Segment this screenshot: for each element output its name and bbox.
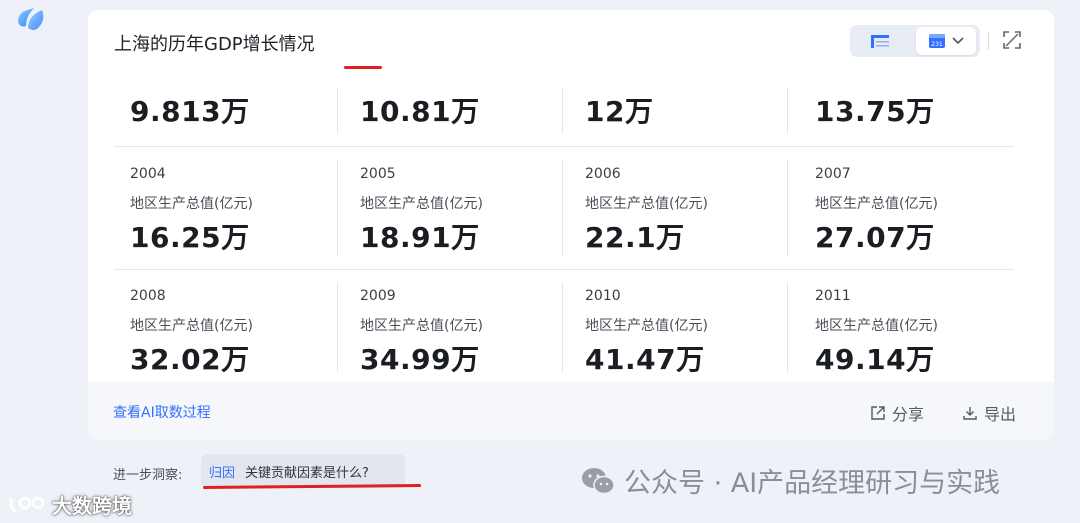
cell-year: 2006 (585, 166, 621, 182)
cell-value: 41.47万 (585, 343, 705, 372)
chart-view-dropdown[interactable]: 231 (916, 27, 976, 55)
grid-cell: 2008 地区生产总值(亿元) 32.02万 (114, 280, 339, 372)
grid-cell: 2010 地区生产总值(亿元) 41.47万 (569, 280, 794, 372)
grid-cell: 12万 (569, 86, 794, 158)
column-divider (562, 160, 563, 256)
cell-value: 9.813万 (130, 95, 250, 128)
share-label: 分享 (892, 405, 925, 424)
brand-logo-icon (9, 496, 45, 513)
cell-value: 22.1万 (585, 221, 685, 254)
cell-value: 16.25万 (130, 221, 250, 254)
header-divider (988, 32, 989, 50)
column-divider (787, 160, 788, 256)
cell-label: 地区生产总值(亿元) (815, 196, 938, 212)
column-divider (337, 88, 338, 134)
cell-value: 49.14万 (815, 343, 935, 372)
cell-value: 10.81万 (360, 95, 480, 128)
view-switch: 231 (850, 25, 980, 57)
cell-value: 34.99万 (360, 343, 480, 372)
cell-value: 18.91万 (360, 221, 480, 254)
grid-row: 2004 地区生产总值(亿元) 16.25万 2005 地区生产总值(亿元) 1… (114, 158, 1028, 268)
grid-cell: 9.813万 (114, 86, 339, 158)
table-view-button[interactable] (854, 28, 906, 54)
grid-cell: 10.81万 (344, 86, 569, 158)
cell-value: 13.75万 (815, 95, 935, 128)
view-ai-process-link[interactable]: 查看AI取数过程 (113, 402, 211, 422)
cell-year: 2004 (130, 166, 166, 182)
card-title: 上海的历年GDP增长情况 (114, 34, 315, 55)
insight-label: 进一步洞察: (113, 468, 183, 483)
cell-year: 2011 (815, 288, 851, 304)
download-icon (963, 407, 977, 420)
column-divider (337, 282, 338, 372)
data-grid: 9.813万 10.81万 12万 13.75万 2004 地区生产总值(亿元)… (114, 86, 1028, 372)
cell-year: 2005 (360, 166, 396, 182)
wechat-icon (582, 467, 615, 494)
cell-label: 地区生产总值(亿元) (130, 318, 253, 334)
cell-label: 地区生产总值(亿元) (360, 318, 483, 334)
cell-label: 地区生产总值(亿元) (130, 196, 253, 212)
cell-year: 2008 (130, 288, 166, 304)
cell-year: 2009 (360, 288, 396, 304)
grid-cell: 2005 地区生产总值(亿元) 18.91万 (344, 158, 569, 268)
cell-year: 2007 (815, 166, 851, 182)
cell-year: 2010 (585, 288, 621, 304)
export-button[interactable]: 导出 (962, 401, 1016, 425)
grid-row-top: 9.813万 10.81万 12万 13.75万 (114, 86, 1028, 158)
export-label: 导出 (984, 405, 1017, 424)
grid-cell: 2004 地区生产总值(亿元) 16.25万 (114, 158, 339, 268)
row-separator (114, 269, 1014, 270)
cell-label: 地区生产总值(亿元) (585, 318, 708, 334)
wechat-watermark: 公众号 · AI产品经理研习与实践 (580, 461, 1000, 500)
cell-label: 地区生产总值(亿元) (815, 318, 938, 334)
grid-cell: 13.75万 (799, 86, 1024, 158)
insight-tag: 归因 (209, 465, 236, 481)
column-divider (337, 160, 338, 256)
grid-cell: 2009 地区生产总值(亿元) 34.99万 (344, 280, 569, 372)
expand-icon[interactable] (1002, 30, 1022, 50)
cell-label: 地区生产总值(亿元) (585, 196, 708, 212)
cell-value: 27.07万 (815, 221, 935, 254)
column-divider (562, 282, 563, 372)
column-divider (787, 282, 788, 372)
grid-row: 2008 地区生产总值(亿元) 32.02万 2009 地区生产总值(亿元) 3… (114, 280, 1028, 372)
corner-watermark-text: 大数跨境 (52, 494, 132, 518)
share-icon (871, 406, 885, 420)
grid-cell: 2007 地区生产总值(亿元) 27.07万 (799, 158, 1024, 268)
share-button[interactable]: 分享 (870, 401, 924, 425)
chevron-down-icon (952, 37, 964, 45)
svg-text:231: 231 (931, 41, 943, 48)
app-logo-icon (18, 8, 44, 30)
chart-view-icon: 231 (929, 34, 945, 48)
insight-annotation-underline (202, 484, 422, 489)
corner-watermark: 大数跨境 (8, 490, 132, 519)
cell-value: 32.02万 (130, 343, 250, 372)
cell-label: 地区生产总值(亿元) (360, 196, 483, 212)
insight-question: 关键贡献因素是什么? (245, 465, 369, 481)
card-header: 上海的历年GDP增长情况 231 (88, 10, 1054, 74)
grid-cell: 2011 地区生产总值(亿元) 49.14万 (799, 280, 1024, 372)
row-separator (114, 146, 1014, 147)
insight-suggestion-chip[interactable]: 归因 关键贡献因素是什么? (201, 454, 405, 488)
gdp-card: 上海的历年GDP增长情况 231 9.813万 10.81万 12万 13.75… (88, 10, 1054, 440)
card-footer: 查看AI取数过程 分享 导出 (88, 382, 1054, 440)
table-view-icon (871, 35, 889, 48)
column-divider (562, 88, 563, 134)
wechat-watermark-text: 公众号 · AI产品经理研习与实践 (624, 468, 1001, 499)
grid-cell: 2006 地区生产总值(亿元) 22.1万 (569, 158, 794, 268)
title-annotation-underline (344, 66, 382, 69)
column-divider (787, 88, 788, 134)
cell-value: 12万 (585, 95, 654, 128)
